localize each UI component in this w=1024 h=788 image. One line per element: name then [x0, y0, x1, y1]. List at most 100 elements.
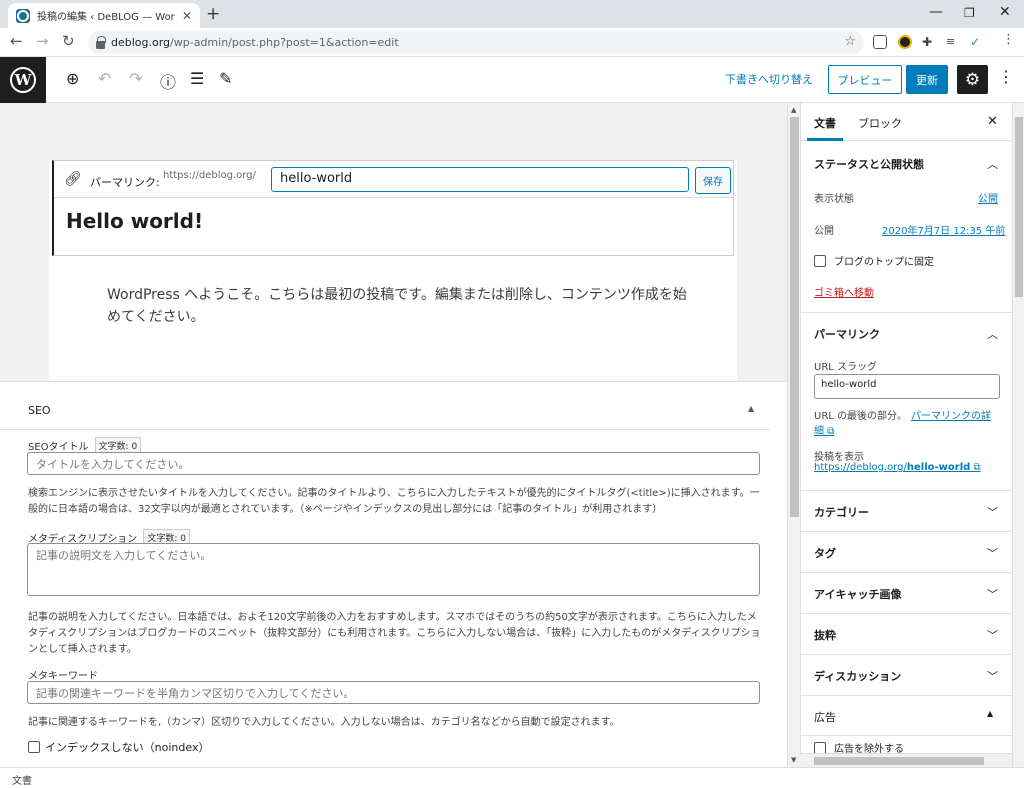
excerpt-panel-title[interactable]: 抜粋 — [814, 627, 836, 643]
tab-document[interactable]: 文書 — [814, 115, 836, 131]
lock-icon — [96, 35, 106, 49]
editor-header: W ⊕ ↶ ↷ ⓘ ☰ ✎ 下書きへ切り替え プレビュー 更新 ⚙ ⋮ — [0, 57, 1024, 103]
tab-close-icon[interactable]: ✕ — [182, 9, 192, 23]
post-paragraph[interactable]: WordPress へようこそ。こちらは最初の投稿です。編集または削除し、コンテ… — [107, 284, 687, 328]
link-icon: 🔗︎ — [64, 171, 82, 187]
meta-keyword-label: メタキーワード — [28, 671, 98, 682]
url-text: deblog.org/wp-admin/post.php?post=1&acti… — [111, 36, 399, 49]
wordpress-logo[interactable]: W — [0, 57, 46, 103]
collapse-caret-icon[interactable]: ▲ — [748, 404, 754, 413]
discussion-panel-title[interactable]: ディスカッション — [814, 668, 901, 684]
browser-toolbar: ← → ↻ deblog.org/wp-admin/post.php?post=… — [0, 28, 1024, 57]
window-close-icon[interactable]: ✕ — [999, 4, 1011, 20]
noindex-label: インデックスしない（noindex） — [45, 741, 210, 754]
post-title[interactable]: Hello world! — [66, 209, 203, 233]
chevron-down-icon[interactable]: ﹀ — [987, 504, 998, 520]
reload-icon[interactable]: ↻ — [62, 32, 75, 50]
url-help-text: URL の最後の部分。 — [814, 411, 908, 422]
browser-tab[interactable]: 投稿の編集 ‹ DeBLOG — WordPress ✕ — [8, 3, 200, 28]
publish-label: 公開 — [814, 226, 834, 237]
queue-icon[interactable]: ≡ — [946, 35, 960, 49]
permalink-panel-title[interactable]: パーマリンク — [814, 326, 880, 342]
permalink-details-link-cont[interactable]: 細 ⧉ — [814, 422, 834, 437]
outline-icon[interactable]: ☰ — [190, 69, 204, 88]
browser-menu-icon[interactable]: ⋮ — [1002, 32, 1016, 47]
stick-to-top-option[interactable]: ブログのトップに固定 — [814, 253, 934, 268]
close-sidebar-icon[interactable]: ✕ — [987, 114, 998, 129]
visibility-link[interactable]: 公開 — [978, 190, 998, 205]
breadcrumb[interactable]: 文書 — [12, 772, 32, 787]
seo-metabox-header[interactable]: SEO ▲ — [0, 382, 770, 430]
exclude-ads-checkbox[interactable] — [814, 741, 826, 754]
category-panel-title[interactable]: カテゴリー — [814, 504, 869, 520]
chevron-down-icon[interactable]: ﹀ — [987, 627, 998, 643]
tags-panel-title[interactable]: タグ — [814, 545, 836, 561]
chevron-down-icon[interactable]: ﹀ — [987, 545, 998, 561]
address-bar[interactable]: deblog.org/wp-admin/post.php?post=1&acti… — [88, 31, 864, 54]
switch-to-draft-button[interactable]: 下書きへ切り替え — [725, 71, 813, 87]
undo-icon[interactable]: ↶ — [98, 69, 111, 88]
restore-icon[interactable]: ❐ — [964, 6, 975, 20]
chevron-up-icon[interactable]: ︿ — [987, 156, 998, 172]
scrollbar-thumb[interactable] — [814, 757, 984, 765]
meta-description-textarea[interactable]: 記事の説明文を入力してください。 — [27, 543, 760, 596]
permalink-save-button[interactable]: 保存 — [695, 167, 731, 194]
post-title-block[interactable]: 🔗︎ パーマリンク: https://deblog.org/ hello-wor… — [52, 160, 734, 256]
status-panel-title[interactable]: ステータスと公開状態 — [814, 156, 924, 172]
permalink-slug-input[interactable]: hello-world — [271, 167, 689, 192]
editor-scrollbar[interactable]: ▲ ▼ — [787, 103, 800, 767]
tab-block[interactable]: ブロック — [858, 115, 902, 131]
publish-date-link[interactable]: 2020年7月7日 12:35 午前 — [882, 222, 1005, 237]
more-options-icon[interactable]: ⋮ — [998, 67, 1014, 86]
meta-keyword-help: 記事に関連するキーワードを,（カンマ）区切りで入力してください。入力しない場合は… — [28, 717, 620, 728]
bookmark-star-icon[interactable]: ☆ — [844, 34, 856, 49]
minimize-icon[interactable]: — — [929, 4, 943, 20]
scrollbar-thumb[interactable] — [790, 117, 799, 517]
extension-icon[interactable] — [873, 35, 887, 49]
sidebar-horizontal-scrollbar[interactable] — [800, 753, 1012, 767]
tab-title: 投稿の編集 ‹ DeBLOG — WordPress — [37, 12, 175, 23]
noindex-option[interactable]: インデックスしない（noindex） — [28, 739, 209, 755]
url-slug-label: URL スラッグ — [814, 362, 878, 373]
extension-icon[interactable]: ✓ — [970, 35, 984, 49]
add-block-icon[interactable]: ⊕ — [66, 69, 79, 88]
chevron-up-icon[interactable]: ︿ — [987, 326, 998, 342]
seo-title-input[interactable]: タイトルを入力してください。 — [27, 452, 760, 475]
back-icon[interactable]: ← — [10, 32, 23, 50]
noindex-checkbox[interactable] — [28, 741, 40, 753]
redo-icon[interactable]: ↷ — [129, 69, 142, 88]
new-tab-icon[interactable]: + — [206, 4, 220, 24]
puzzle-icon[interactable]: ✚ — [922, 35, 936, 49]
wordpress-favicon-icon — [16, 8, 30, 23]
seo-metabox: SEO ▲ SEOタイトル 文字数: 0 タイトルを入力してください。 検索エンジ… — [0, 381, 787, 767]
collapse-caret-icon[interactable]: ▲ — [987, 709, 993, 718]
stick-to-top-checkbox[interactable] — [814, 254, 826, 267]
forward-icon[interactable]: → — [36, 32, 49, 50]
chevron-down-icon[interactable]: ﹀ — [987, 668, 998, 684]
meta-description-help: 記事の説明を入力してください。日本語では、およそ120文字前後の入力をおすすめし… — [28, 612, 761, 655]
ads-panel-title[interactable]: 広告 — [814, 709, 836, 725]
preview-button[interactable]: プレビュー — [828, 65, 902, 94]
move-to-trash-link[interactable]: ゴミ箱へ移動 — [814, 284, 874, 299]
seo-heading: SEO — [28, 404, 51, 417]
settings-gear-icon[interactable]: ⚙ — [957, 65, 988, 94]
view-post-link[interactable]: https://deblog.org/hello-world ⧉ — [814, 462, 981, 473]
sidebar-scrollbar[interactable] — [1012, 103, 1024, 767]
meta-keyword-input[interactable]: 記事の関連キーワードを半角カンマ区切りで入力してください。 — [27, 681, 760, 704]
browser-tabstrip: 投稿の編集 ‹ DeBLOG — WordPress ✕ + — ❐ ✕ — [0, 0, 1024, 28]
update-button[interactable]: 更新 — [906, 65, 948, 94]
info-icon[interactable]: ⓘ — [160, 69, 176, 93]
sidebar-tabs: 文書 ブロック ✕ — [801, 103, 1013, 141]
url-slug-input[interactable]: hello-world — [814, 374, 1000, 399]
chevron-down-icon[interactable]: ﹀ — [987, 586, 998, 602]
block-breadcrumb-bar: 文書 — [0, 767, 1024, 788]
permalink-details-link[interactable]: パーマリンクの詳 — [911, 407, 991, 422]
seo-title-help: 検索エンジンに表示させたいタイトルを入力してください。記事のタイトルより、こちら… — [28, 488, 760, 515]
permalink-prefix: https://deblog.org/ — [163, 170, 256, 181]
featured-image-panel-title[interactable]: アイキャッチ画像 — [814, 586, 901, 602]
settings-sidebar: 文書 ブロック ✕ ステータスと公開状態 ︿ 表示状態 公開 公開 2020年7… — [800, 103, 1013, 767]
edit-pencil-icon[interactable]: ✎ — [219, 69, 232, 88]
scrollbar-thumb[interactable] — [1015, 117, 1023, 297]
visibility-label: 表示状態 — [814, 194, 854, 205]
extension-icon[interactable] — [898, 35, 912, 49]
